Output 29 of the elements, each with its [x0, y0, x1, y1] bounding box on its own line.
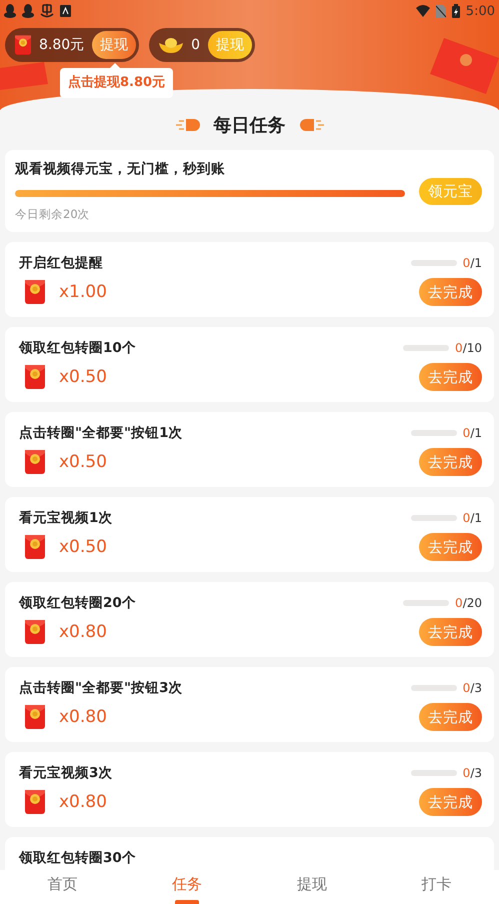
reward-amount: x0.80	[59, 792, 107, 812]
task-title: 开启红包提醒	[19, 254, 103, 272]
cash-amount: 8.80元	[39, 36, 84, 54]
task-title: 点击转圈"全都要"按钮1次	[19, 424, 182, 442]
clock: 5:00	[466, 4, 495, 18]
progress-count: 0/20	[455, 596, 482, 610]
progress-count: 0/10	[455, 341, 482, 355]
progress-count: 0/1	[462, 256, 482, 270]
task-title: 观看视频得元宝，无门槛，秒到账	[15, 160, 226, 178]
remaining-count: 今日剩余20次	[15, 207, 91, 222]
reward-amount: x0.80	[59, 622, 107, 642]
task-title: 领取红包转圈10个	[19, 339, 136, 357]
reward-amount: x1.00	[59, 282, 107, 302]
withdraw-tooltip: 点击提现8.80元	[60, 68, 174, 98]
task-title: 看元宝视频1次	[19, 509, 112, 527]
progress-count: 0/1	[462, 426, 482, 440]
reward-amount: x0.50	[59, 537, 107, 557]
task-title: 领取红包转圈30个	[19, 849, 136, 867]
progress-count: 0/1	[462, 511, 482, 525]
reward-amount: x0.50	[59, 452, 107, 472]
progress-count: 0/3	[462, 766, 482, 780]
progress-count: 0/3	[462, 681, 482, 695]
task-title: 领取红包转圈20个	[19, 594, 136, 612]
reward-amount: x0.50	[59, 367, 107, 387]
ingot-count: 0	[191, 37, 200, 53]
reward-amount: x0.80	[59, 707, 107, 727]
section-title: 每日任务	[214, 114, 286, 137]
task-title: 点击转圈"全都要"按钮3次	[19, 679, 182, 697]
task-title: 看元宝视频3次	[19, 764, 112, 782]
